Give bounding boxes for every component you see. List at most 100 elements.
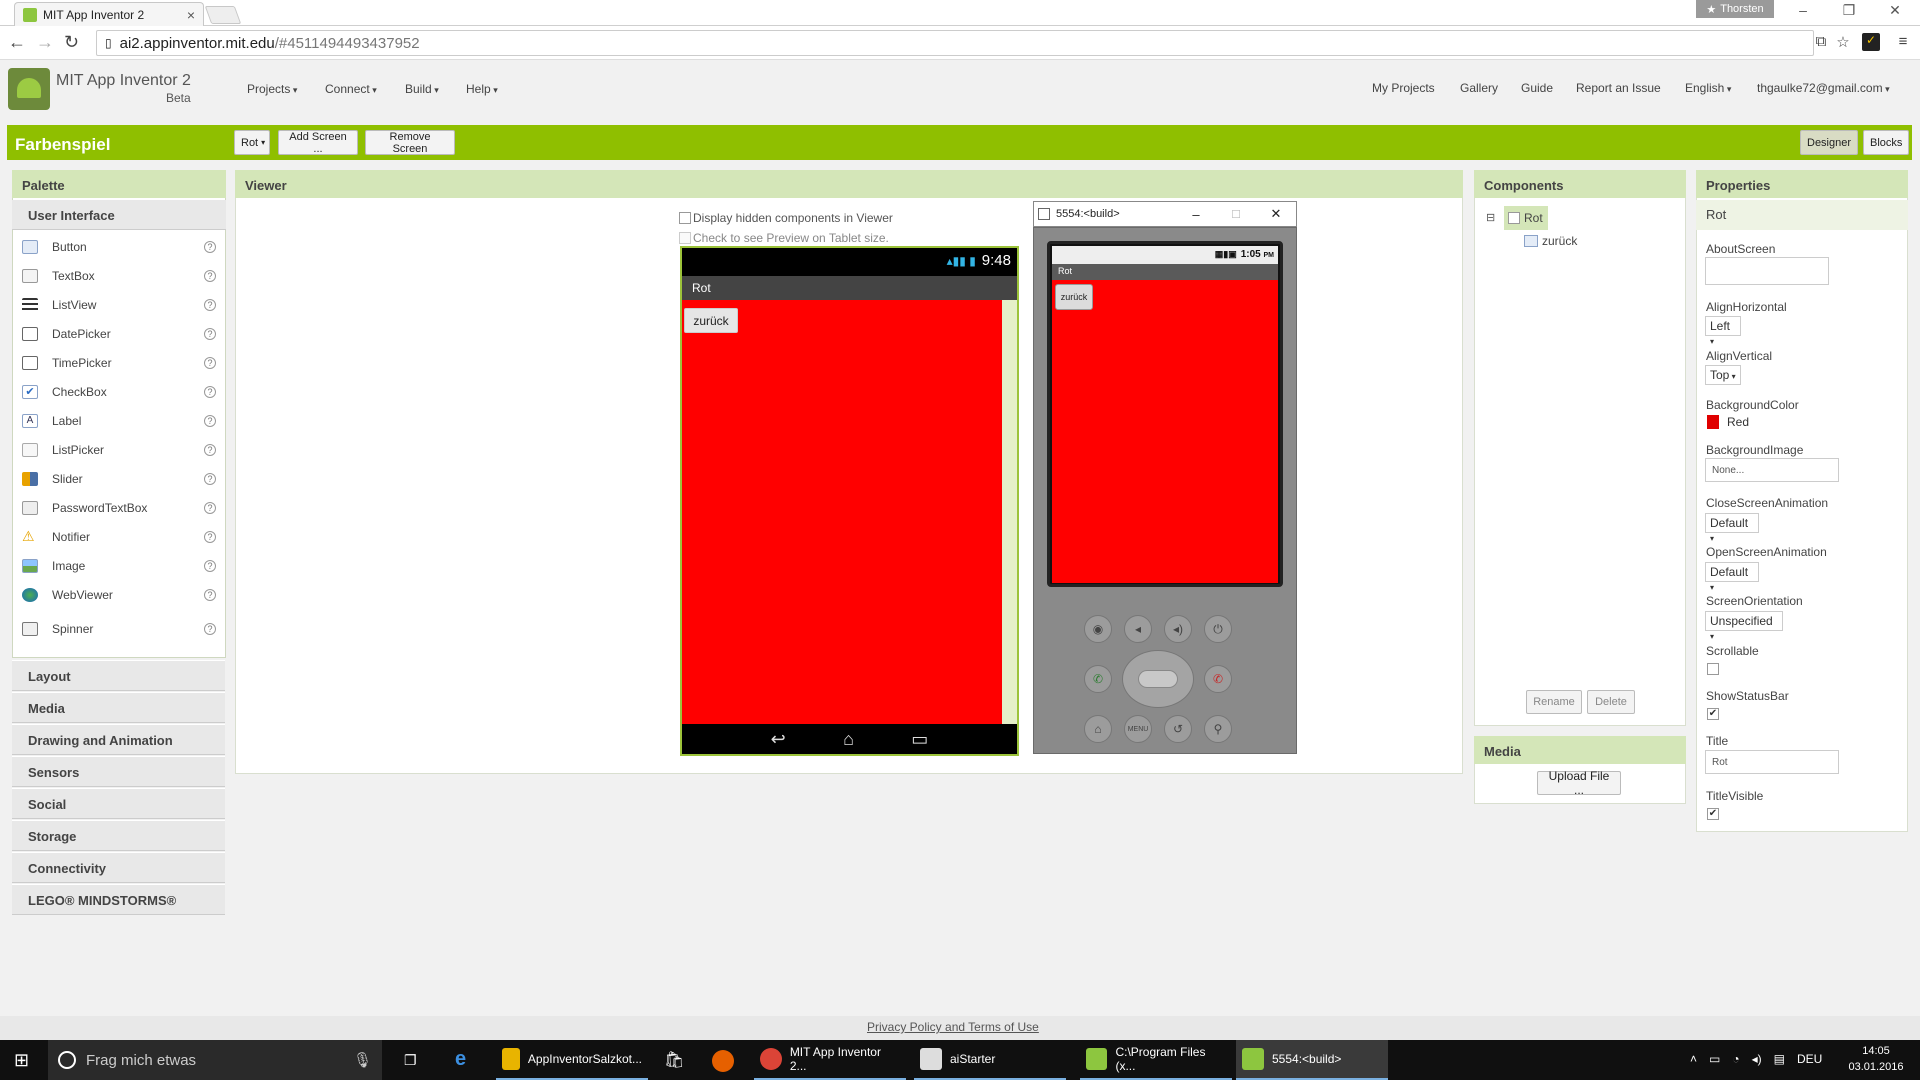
- rename-button[interactable]: Rename: [1526, 690, 1582, 714]
- chrome-menu-icon[interactable]: ≡: [1894, 33, 1912, 51]
- system-tray[interactable]: ˄ ▭ ◔ ◂) ▤ DEU: [1690, 1052, 1822, 1066]
- component-tree-root[interactable]: Rot: [1504, 206, 1548, 230]
- windows-start-icon[interactable]: ⊞: [14, 1050, 29, 1071]
- collapse-tree-icon[interactable]: ⊟: [1486, 211, 1495, 224]
- drawer-media[interactable]: Media: [12, 692, 225, 723]
- microphone-icon[interactable]: 🎙: [353, 1051, 372, 1069]
- emulator-search-icon[interactable]: ⚲: [1204, 715, 1232, 743]
- call-icon[interactable]: ✆: [1084, 665, 1112, 693]
- menu-projects[interactable]: Projects: [247, 82, 297, 96]
- store-icon[interactable]: 🛍: [664, 1050, 684, 1070]
- help-icon[interactable]: ?: [204, 472, 216, 485]
- taskbar-search-box[interactable]: Frag mich etwas 🎙: [48, 1040, 382, 1080]
- prop-align-horizontal-dropdown[interactable]: Left: [1705, 316, 1741, 336]
- prop-close-anim-dropdown[interactable]: Default: [1705, 513, 1759, 533]
- emulator-app-canvas[interactable]: [1052, 280, 1278, 583]
- palette-item-timepicker[interactable]: TimePicker?: [12, 348, 224, 377]
- help-icon[interactable]: ?: [204, 530, 216, 543]
- browser-tab[interactable]: MIT App Inventor 2 ×: [14, 2, 204, 26]
- palette-item-label[interactable]: A Label?: [12, 406, 224, 435]
- end-call-icon[interactable]: ✆: [1204, 665, 1232, 693]
- palette-item-slider[interactable]: Slider?: [12, 464, 224, 493]
- phone-screen-canvas[interactable]: [682, 300, 1002, 724]
- language-menu[interactable]: English: [1685, 81, 1731, 95]
- palette-item-datepicker[interactable]: DatePicker?: [12, 319, 224, 348]
- palette-item-textbox[interactable]: TextBox?: [12, 261, 224, 290]
- palette-item-listview[interactable]: ListView?: [12, 290, 224, 319]
- edge-icon[interactable]: e: [455, 1048, 466, 1071]
- link-report-issue[interactable]: Report an Issue: [1576, 81, 1661, 95]
- privacy-policy-link[interactable]: Privacy Policy and Terms of Use: [867, 1020, 1039, 1034]
- emulator-back-icon[interactable]: ↺: [1164, 715, 1192, 743]
- add-screen-button[interactable]: Add Screen ...: [278, 130, 358, 155]
- help-icon[interactable]: ?: [204, 327, 216, 340]
- emulator-minimize-icon[interactable]: –: [1176, 207, 1216, 222]
- menu-help[interactable]: Help: [466, 82, 498, 96]
- tray-wifi-icon[interactable]: ◔: [1732, 1052, 1739, 1066]
- prop-scrollable-checkbox[interactable]: [1707, 663, 1719, 675]
- menu-build[interactable]: Build: [405, 82, 439, 96]
- reload-icon[interactable]: ↻: [64, 32, 79, 53]
- prop-title-visible-checkbox[interactable]: ✔: [1707, 808, 1719, 820]
- volume-up-icon[interactable]: ◂): [1164, 615, 1192, 643]
- help-icon[interactable]: ?: [204, 622, 216, 635]
- taskbar-app-appinventor-file[interactable]: AppInventorSalzkot...: [496, 1040, 648, 1080]
- delete-button[interactable]: Delete: [1587, 690, 1635, 714]
- tray-network-icon[interactable]: ▭: [1709, 1052, 1720, 1066]
- help-icon[interactable]: ?: [204, 240, 216, 253]
- emulator-home-icon[interactable]: ⌂: [1084, 715, 1112, 743]
- close-tab-icon[interactable]: ×: [187, 7, 195, 23]
- palette-item-image[interactable]: Image?: [12, 551, 224, 580]
- help-icon[interactable]: ?: [204, 559, 216, 572]
- app-inventor-logo-icon[interactable]: [8, 68, 50, 110]
- taskbar-app-program-files[interactable]: C:\Program Files (x...: [1080, 1040, 1232, 1080]
- prop-orientation-dropdown[interactable]: Unspecified: [1705, 611, 1783, 631]
- translate-icon[interactable]: ⧉: [1812, 33, 1830, 51]
- emulator-menu-button[interactable]: MENU: [1124, 715, 1152, 743]
- prop-background-color-value[interactable]: Red: [1727, 415, 1749, 429]
- tray-chevron-icon[interactable]: ˄: [1690, 1052, 1697, 1066]
- palette-item-checkbox[interactable]: ✔ CheckBox?: [12, 377, 224, 406]
- minimize-icon[interactable]: –: [1788, 2, 1818, 18]
- emulator-titlebar[interactable]: 5554:<build> – ☐ ✕: [1033, 201, 1297, 227]
- tray-message-icon[interactable]: ▤: [1774, 1052, 1785, 1066]
- palette-section-user-interface[interactable]: User Interface: [12, 200, 226, 230]
- tray-volume-icon[interactable]: ◂): [1752, 1052, 1762, 1066]
- url-bar[interactable]: ▯ ai2.appinventor.mit.edu/#4511494493437…: [96, 30, 1814, 56]
- camera-icon[interactable]: ◉: [1084, 615, 1112, 643]
- palette-item-listpicker[interactable]: ListPicker?: [12, 435, 224, 464]
- help-icon[interactable]: ?: [204, 501, 216, 514]
- help-icon[interactable]: ?: [204, 298, 216, 311]
- help-icon[interactable]: ?: [204, 269, 216, 282]
- upload-file-button[interactable]: Upload File ...: [1537, 769, 1621, 797]
- prop-show-status-checkbox[interactable]: ✔: [1707, 708, 1719, 720]
- blocks-button[interactable]: Blocks: [1863, 130, 1909, 155]
- restore-icon[interactable]: ❐: [1834, 2, 1864, 19]
- taskbar-app-chrome[interactable]: MIT App Inventor 2...: [754, 1040, 906, 1080]
- remove-screen-button[interactable]: Remove Screen: [365, 130, 455, 155]
- prop-title-input[interactable]: Rot: [1705, 750, 1839, 774]
- back-icon[interactable]: ←: [8, 32, 26, 53]
- menu-connect[interactable]: Connect: [325, 82, 377, 96]
- tablet-preview-row[interactable]: Check to see Preview on Tablet size.: [679, 231, 889, 245]
- drawer-storage[interactable]: Storage: [12, 820, 225, 851]
- help-icon[interactable]: ?: [204, 588, 216, 601]
- profile-badge[interactable]: ★ Thorsten: [1696, 0, 1774, 18]
- taskbar-app-aistarter[interactable]: aiStarter: [914, 1040, 1066, 1080]
- palette-item-passwordtextbox[interactable]: PasswordTextBox?: [12, 493, 224, 522]
- tray-language[interactable]: DEU: [1797, 1052, 1822, 1066]
- close-window-icon[interactable]: ✕: [1880, 2, 1910, 19]
- drawer-layout[interactable]: Layout: [12, 660, 225, 691]
- help-icon[interactable]: ?: [204, 414, 216, 427]
- drawer-drawing-animation[interactable]: Drawing and Animation: [12, 724, 225, 755]
- dpad-center-button[interactable]: [1138, 670, 1178, 688]
- emulator-close-icon[interactable]: ✕: [1256, 206, 1296, 222]
- zurueck-button-preview[interactable]: zurück: [684, 308, 738, 333]
- taskbar-clock[interactable]: 14:05 03.01.2016: [1848, 1043, 1904, 1075]
- help-icon[interactable]: ?: [204, 356, 216, 369]
- help-icon[interactable]: ?: [204, 443, 216, 456]
- prop-about-screen-input[interactable]: [1705, 257, 1829, 285]
- link-gallery[interactable]: Gallery: [1460, 81, 1498, 95]
- palette-item-button[interactable]: Button?: [12, 232, 224, 261]
- designer-button[interactable]: Designer: [1800, 130, 1858, 155]
